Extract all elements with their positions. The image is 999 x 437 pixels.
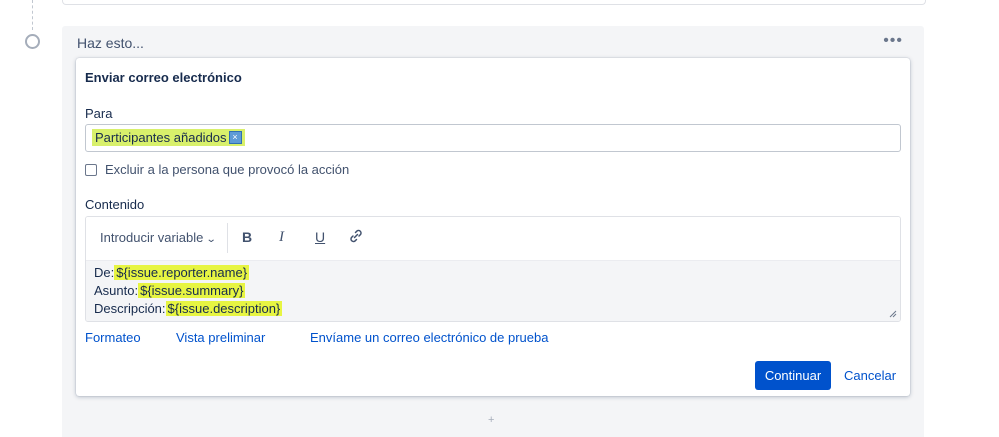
- variable-token: ${issue.summary}: [138, 283, 246, 298]
- action-title[interactable]: Haz esto...: [77, 35, 144, 51]
- exclude-initiator-label: Excluir a la persona que provocó la acci…: [105, 162, 350, 177]
- continue-button[interactable]: Continuar: [755, 361, 831, 390]
- timeline-connector: [32, 0, 33, 30]
- remove-tag-icon[interactable]: ×: [228, 131, 242, 144]
- editor-toolbar: Introducir variable ⌄ B I U: [86, 217, 900, 261]
- insert-variable-dropdown[interactable]: Introducir variable ⌄: [100, 230, 217, 245]
- more-options-icon[interactable]: •••: [883, 32, 903, 50]
- content-line-from: De: ${issue.reporter.name}: [94, 265, 250, 280]
- toolbar-divider: [227, 223, 228, 253]
- chevron-down-icon: ⌄: [206, 234, 217, 245]
- link-icon[interactable]: [348, 228, 364, 247]
- exclude-initiator-row: Excluir a la persona que provocó la acci…: [85, 162, 349, 177]
- underline-button[interactable]: U: [315, 229, 325, 245]
- to-label: Para: [85, 106, 113, 121]
- content-prefix: Descripción:: [94, 301, 166, 316]
- content-textarea[interactable]: De: ${issue.reporter.name} Asunto: ${issu…: [86, 261, 900, 321]
- to-recipients-field[interactable]: Participantes añadidos ×: [85, 124, 901, 152]
- recipient-tag-label: Participantes añadidos: [95, 130, 227, 145]
- previous-component-card: [62, 0, 926, 5]
- send-test-email-link[interactable]: Envíame un correo electrónico de prueba: [310, 330, 548, 345]
- variable-token: ${issue.description}: [165, 301, 283, 316]
- formatting-link[interactable]: Formateo: [85, 330, 141, 345]
- content-editor: Introducir variable ⌄ B I U De: ${issue.re…: [85, 216, 901, 322]
- resize-handle-icon[interactable]: [889, 310, 897, 318]
- italic-button[interactable]: I: [279, 229, 284, 246]
- send-email-panel: Enviar correo electrónico Para Participa…: [76, 58, 910, 396]
- panel-title: Enviar correo electrónico: [85, 70, 242, 85]
- content-line-description: Descripción: ${issue.description}: [94, 301, 283, 316]
- timeline-node-icon: [25, 34, 40, 49]
- content-prefix: De:: [94, 265, 115, 280]
- variable-token: ${issue.reporter.name}: [114, 265, 250, 280]
- recipient-tag: Participantes añadidos ×: [92, 129, 245, 146]
- content-prefix: Asunto:: [94, 283, 139, 298]
- preview-link[interactable]: Vista preliminar: [176, 330, 265, 345]
- content-label: Contenido: [85, 197, 145, 212]
- exclude-initiator-checkbox[interactable]: [85, 163, 97, 176]
- add-component-icon[interactable]: +: [488, 414, 494, 426]
- cancel-button[interactable]: Cancelar: [844, 368, 896, 383]
- content-line-subject: Asunto: ${issue.summary}: [94, 283, 246, 298]
- insert-variable-label: Introducir variable: [100, 230, 204, 245]
- bold-button[interactable]: B: [242, 229, 252, 245]
